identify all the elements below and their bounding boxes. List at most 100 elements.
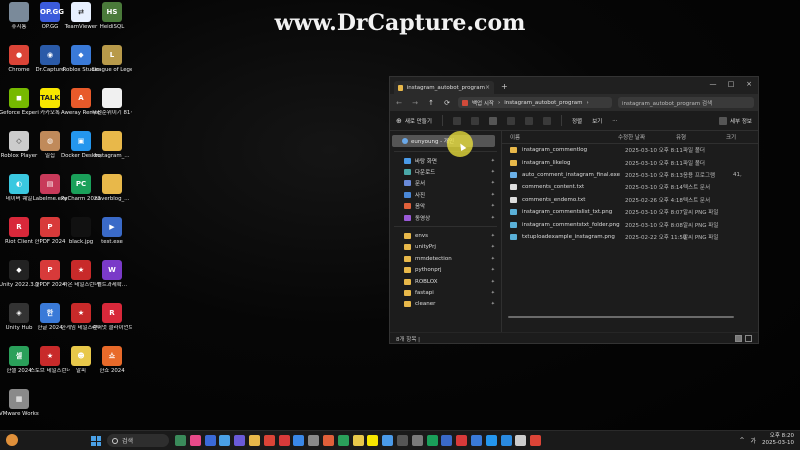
address-bar[interactable]: 백업 시작 › instagram_autobot_program › [458, 97, 612, 108]
forward-button[interactable]: → [410, 99, 420, 107]
minimize-button[interactable]: — [704, 77, 722, 91]
back-button[interactable]: ← [394, 99, 404, 107]
desktop-shortcut[interactable]: ▶ test.exe [96, 217, 128, 246]
details-pane-button[interactable]: 세부 정보 [719, 116, 752, 125]
column-size[interactable]: 크기 [726, 133, 746, 141]
table-row[interactable]: instagram_commentstxt_folder.png 2025-03-… [502, 218, 758, 230]
sort-button[interactable]: 정렬 [572, 117, 582, 125]
taskbar-app-icon[interactable] [293, 435, 305, 446]
start-button[interactable] [91, 436, 101, 446]
delete-icon[interactable] [542, 116, 551, 125]
taskbar-app-icon[interactable] [441, 435, 453, 446]
table-row[interactable]: instagram_commentlog 2025-03-10 오후 8:11 파일… [502, 144, 758, 156]
taskbar-app-icon[interactable] [456, 435, 468, 446]
text-file-icon [510, 196, 517, 203]
taskbar-app-icon[interactable] [530, 435, 542, 446]
desktop-shortcut[interactable]: instagram_… [94, 131, 130, 160]
taskbar-app-icon[interactable] [515, 435, 527, 446]
taskbar-app-icon[interactable] [367, 435, 379, 446]
table-row[interactable]: comments_endemo.txt 2025-02-26 오후 4:18 텍스트… [502, 194, 758, 206]
desktop-shortcut[interactable]: naverblog_… [94, 174, 130, 203]
chevron-up-icon[interactable]: ^ [739, 437, 744, 444]
desktop-shortcut[interactable]: W 별트과제확… [96, 260, 128, 289]
copy-icon[interactable] [470, 116, 479, 125]
sidebar-item[interactable]: ROBLOX ✦ [390, 276, 501, 287]
desktop-shortcut[interactable]: R 라이엇 클라이언트 [92, 303, 132, 332]
table-row[interactable]: auto_comment_instagram_final.exe 2025-03-… [502, 169, 758, 181]
tab-close-icon[interactable]: × [485, 84, 490, 91]
taskbar-app-icon[interactable] [396, 435, 408, 446]
sidebar-item[interactable]: 바탕 화면 ✦ [390, 155, 501, 166]
column-name[interactable]: 이름 [510, 133, 618, 141]
sidebar-item[interactable]: 다운로드 ✦ [390, 166, 501, 177]
search-input[interactable]: instagram_autobot_program 검색 [618, 97, 754, 108]
close-button[interactable]: × [740, 77, 758, 91]
sidebar-item[interactable]: envs ✦ [390, 230, 501, 241]
taskbar-app-icon[interactable] [470, 435, 482, 446]
tab-instagram-autobot[interactable]: instagram_autobot_program × [394, 81, 494, 94]
sidebar-item[interactable]: 문서 ✦ [390, 178, 501, 189]
sidebar-item[interactable]: 음악 ✦ [390, 201, 501, 212]
taskbar-app-icon[interactable] [175, 435, 186, 446]
refresh-button[interactable]: ⟳ [442, 99, 452, 107]
weather-widget-icon[interactable] [6, 434, 18, 446]
taskbar-app-icon[interactable] [219, 435, 231, 446]
column-date[interactable]: 수정한 날짜 [618, 133, 676, 141]
desktop-shortcut[interactable]: ▦ VMware Workstati… [0, 389, 39, 418]
table-row[interactable]: instagram_commentslist_txt.png 2025-03-10… [502, 206, 758, 218]
ime-indicator[interactable]: 가 [751, 436, 757, 445]
tiles-view-button[interactable] [745, 335, 752, 342]
sidebar-item[interactable]: cleaner ✦ [390, 299, 501, 310]
sidebar-item[interactable]: 동영상 ✦ [390, 212, 501, 223]
sidebar-item[interactable]: mmdetection ✦ [390, 253, 501, 264]
taskbar-app-icon[interactable] [411, 435, 423, 446]
taskbar-app-icon[interactable] [426, 435, 438, 446]
taskbar-app-icon[interactable] [500, 435, 512, 446]
taskbar-app-icon[interactable] [485, 435, 497, 446]
new-tab-button[interactable]: + [501, 82, 508, 91]
details-view-button[interactable] [735, 335, 742, 342]
desktop-shortcut[interactable]: HS HeidiSQL [96, 2, 128, 31]
taskbar-app-icon[interactable] [234, 435, 246, 446]
column-type[interactable]: 유형 [676, 133, 726, 141]
taskbar-app-icon[interactable] [204, 435, 216, 446]
sidebar-item[interactable]: 사진 ✦ [390, 189, 501, 200]
cut-icon[interactable] [452, 116, 461, 125]
maximize-button[interactable]: □ [722, 77, 740, 91]
share-icon[interactable] [524, 116, 533, 125]
taskbar-app-icon[interactable] [352, 435, 364, 446]
sidebar-item[interactable]: fastapi ✦ [390, 287, 501, 298]
file-list: 이름 수정한 날짜 유형 크기 instagram_commentlog 2025… [502, 131, 758, 332]
desktop-icon-grid: 휴지통 OP.GG OP.GG ⇄ TeamViewer HS HeidiSQL ● Chrom… [0, 0, 132, 430]
taskbar-app-icon[interactable] [322, 435, 334, 446]
roblox-player-icon: ◇ [9, 131, 29, 151]
folder-icon [404, 301, 411, 308]
horizontal-scrollbar[interactable] [508, 316, 734, 318]
clock[interactable]: 오후 8:20 2025-03-10 [762, 433, 794, 447]
paste-icon[interactable] [488, 116, 497, 125]
sidebar-item[interactable]: unityPrj ✦ [390, 242, 501, 253]
view-button[interactable]: 보기 [592, 117, 602, 125]
nav-item-user[interactable]: eunyoung - 개인 [392, 135, 495, 147]
desktop-shortcut[interactable]: 우선순위이기 81~85.txt [92, 88, 132, 117]
desktop-shortcut[interactable]: 쇼 한쇼 2024 [96, 346, 128, 375]
taskbar-app-icon[interactable] [382, 435, 394, 446]
taskbar-app-icon[interactable] [263, 435, 275, 446]
more-button[interactable]: ··· [612, 118, 617, 124]
taskbar-search[interactable]: 검색 [107, 434, 169, 447]
taskbar-app-icon[interactable] [278, 435, 290, 446]
taskbar-app-icon[interactable] [308, 435, 320, 446]
table-row[interactable]: instagram_likelog 2025-03-10 오후 8:11 파일 폴더 [502, 156, 758, 168]
breadcrumb-backup[interactable]: 백업 시작 [472, 99, 494, 107]
taskbar-app-icon[interactable] [248, 435, 260, 446]
table-row[interactable]: comments_content.txt 2025-03-10 오후 8:14 텍스… [502, 181, 758, 193]
rename-icon[interactable] [506, 116, 515, 125]
sidebar-item[interactable]: pythonprj ✦ [390, 265, 501, 276]
up-button[interactable]: ↑ [426, 99, 436, 107]
taskbar-app-icon[interactable] [337, 435, 349, 446]
taskbar-app-icon[interactable] [189, 435, 201, 446]
desktop-shortcut[interactable]: L League of Legends [92, 45, 132, 74]
new-button[interactable]: ⊕ 새로 만들기 [396, 117, 432, 125]
table-row[interactable]: txtuploadexample_instagram.png 2025-02-22… [502, 231, 758, 243]
breadcrumb-folder[interactable]: instagram_autobot_program [504, 100, 582, 106]
